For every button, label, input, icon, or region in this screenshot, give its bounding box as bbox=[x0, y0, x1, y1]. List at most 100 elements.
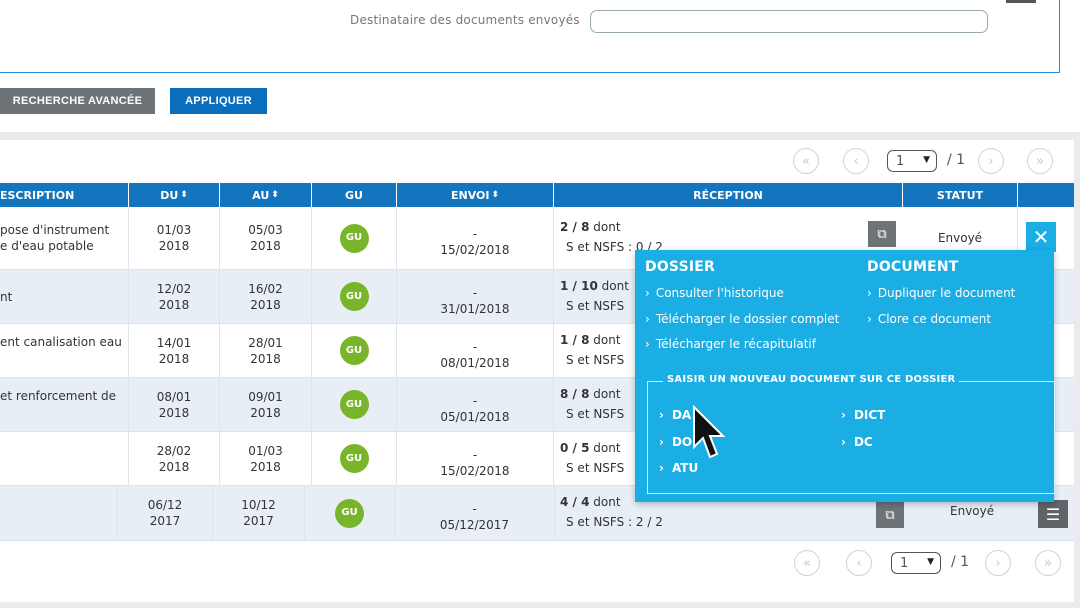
reception-dont: dont bbox=[593, 441, 621, 455]
row-au: 16/02 2018 bbox=[220, 270, 312, 323]
chevron-down-icon: ▼ bbox=[927, 557, 934, 567]
close-icon[interactable]: ✕ bbox=[1026, 222, 1056, 252]
chevron-right-icon: › bbox=[659, 435, 664, 449]
duplicate-document-link[interactable]: › Dupliquer le document bbox=[867, 286, 1015, 300]
gu-badge: GU bbox=[339, 336, 369, 365]
row-description: pose d'instrument e d'eau potable bbox=[0, 207, 129, 269]
desc-line: e d'eau potable bbox=[0, 239, 94, 253]
prev-page-button[interactable]: ‹ bbox=[843, 148, 869, 174]
row-envoi: - 05/12/2017 bbox=[395, 486, 555, 540]
col-gu: GU bbox=[312, 183, 397, 207]
reception-dont: dont bbox=[601, 279, 629, 293]
gu-badge: GU bbox=[339, 390, 369, 419]
new-doc-atu-link[interactable]: › ATU bbox=[659, 461, 698, 475]
envoi-dash: - bbox=[472, 339, 478, 354]
row-envoi: -08/01/2018 bbox=[397, 324, 554, 377]
sort-icon: ⬍ bbox=[271, 190, 279, 200]
first-page-button[interactable]: « bbox=[794, 550, 820, 576]
new-doc-dc-link[interactable]: › DC bbox=[841, 435, 873, 449]
link-label: Dupliquer le document bbox=[877, 286, 1016, 300]
new-doc-do-link[interactable]: › DO bbox=[659, 435, 692, 449]
col-envoi-label: ENVOI bbox=[450, 188, 490, 202]
row-envoi: - 15/02/2018 bbox=[397, 207, 554, 269]
row-du: 28/02 2018 bbox=[129, 432, 220, 485]
chevron-right-icon: › bbox=[645, 312, 650, 326]
envoi-date: 08/01/2018 bbox=[440, 355, 510, 370]
au-year: 2018 bbox=[250, 297, 281, 312]
last-page-button[interactable]: » bbox=[1035, 550, 1061, 576]
external-link-icon[interactable]: ⧉ bbox=[876, 502, 904, 528]
au-date: 05/03 bbox=[248, 223, 283, 237]
row-gu: GU bbox=[312, 378, 397, 431]
row-du: 08/01 2018 bbox=[129, 378, 220, 431]
row-du: 01/03 2018 bbox=[129, 207, 220, 269]
recipient-label: Destinataire des documents envoyés bbox=[350, 13, 580, 27]
sort-icon: ⬍ bbox=[491, 190, 500, 200]
page-select[interactable]: 1 ▼ bbox=[887, 150, 937, 172]
reception-nsfs: S et NSFS bbox=[566, 353, 625, 367]
prev-page-button[interactable]: ‹ bbox=[846, 550, 872, 576]
col-statut-label: STATUT bbox=[936, 188, 984, 202]
col-au[interactable]: AU ⬍ bbox=[220, 183, 312, 207]
apply-button[interactable]: APPLIQUER bbox=[170, 88, 267, 114]
du-year: 2018 bbox=[158, 297, 190, 312]
col-envoi[interactable]: ENVOI ⬍ bbox=[397, 183, 554, 207]
au-year: 2017 bbox=[243, 514, 274, 528]
link-label: DO bbox=[671, 435, 693, 449]
row-au: 01/03 2018 bbox=[220, 432, 312, 485]
row-gu: GU bbox=[312, 324, 397, 377]
gu-badge: GU bbox=[339, 444, 369, 473]
table-header: ESCRIPTION DU ⬍ AU ⬍ GU ENVOI ⬍ RÉCEPTION S… bbox=[0, 183, 1074, 207]
external-link-icon[interactable]: ⧉ bbox=[868, 221, 896, 247]
hamburger-menu-icon[interactable]: ☰ bbox=[1038, 500, 1068, 528]
du-date: 06/12 bbox=[147, 498, 183, 512]
envoi-date: 05/12/2017 bbox=[439, 518, 510, 532]
recipient-input[interactable] bbox=[590, 10, 988, 33]
consult-history-link[interactable]: › Consulter l'historique bbox=[645, 286, 784, 300]
row-description bbox=[0, 432, 129, 485]
new-doc-da-link[interactable]: › DA bbox=[659, 408, 691, 422]
link-label: DA bbox=[671, 408, 692, 422]
page-total: / 1 bbox=[951, 554, 970, 570]
status-text: Envoyé bbox=[950, 504, 995, 518]
chevron-down-icon: ▼ bbox=[923, 155, 930, 165]
collapse-handle[interactable] bbox=[1006, 0, 1036, 3]
du-year: 2018 bbox=[158, 405, 190, 420]
au-year: 2018 bbox=[250, 239, 281, 253]
du-date: 14/01 bbox=[156, 335, 192, 350]
col-description[interactable]: ESCRIPTION bbox=[0, 183, 129, 207]
col-description-label: ESCRIPTION bbox=[0, 188, 75, 202]
page-select-value: 1 bbox=[900, 555, 909, 571]
page-total: / 1 bbox=[947, 152, 966, 168]
du-year: 2017 bbox=[149, 514, 181, 528]
desc-line: et renforcement de bbox=[0, 389, 116, 403]
col-du-label: DU bbox=[160, 188, 179, 202]
download-summary-link[interactable]: › Télécharger le récapitulatif bbox=[645, 337, 816, 351]
filter-panel: Destinataire des documents envoyés RECHE… bbox=[0, 0, 1080, 132]
last-page-button[interactable]: » bbox=[1027, 148, 1053, 174]
reception-count: 1 / 8 bbox=[560, 333, 590, 347]
close-document-link[interactable]: › Clore ce document bbox=[867, 312, 991, 326]
chevron-right-icon: › bbox=[645, 286, 650, 300]
new-doc-dict-link[interactable]: › DICT bbox=[841, 408, 885, 422]
download-dossier-link[interactable]: › Télécharger le dossier complet bbox=[645, 312, 839, 326]
envoi-date: 31/01/2018 bbox=[440, 301, 510, 316]
page-select[interactable]: 1 ▼ bbox=[891, 552, 941, 574]
col-au-label: AU bbox=[252, 188, 270, 202]
chevron-right-icon: › bbox=[659, 461, 664, 475]
advanced-search-button[interactable]: RECHERCHE AVANCÉE bbox=[0, 88, 155, 114]
col-du[interactable]: DU ⬍ bbox=[129, 183, 220, 207]
dossier-title: DOSSIER bbox=[645, 259, 716, 275]
pagination-bottom: « ‹ 1 ▼ / 1 › » bbox=[0, 548, 1074, 578]
reception-count: 1 / 10 bbox=[560, 279, 598, 293]
gu-badge: GU bbox=[335, 498, 364, 528]
document-title: DOCUMENT bbox=[867, 259, 959, 275]
reception-dont: dont bbox=[593, 333, 621, 347]
next-page-button[interactable]: › bbox=[978, 148, 1004, 174]
chevron-right-icon: › bbox=[841, 408, 846, 422]
first-page-button[interactable]: « bbox=[793, 148, 819, 174]
row-du: 06/12 2017 bbox=[118, 486, 213, 540]
au-date: 28/01 bbox=[248, 335, 283, 350]
link-label: Télécharger le récapitulatif bbox=[655, 337, 816, 351]
next-page-button[interactable]: › bbox=[985, 550, 1011, 576]
